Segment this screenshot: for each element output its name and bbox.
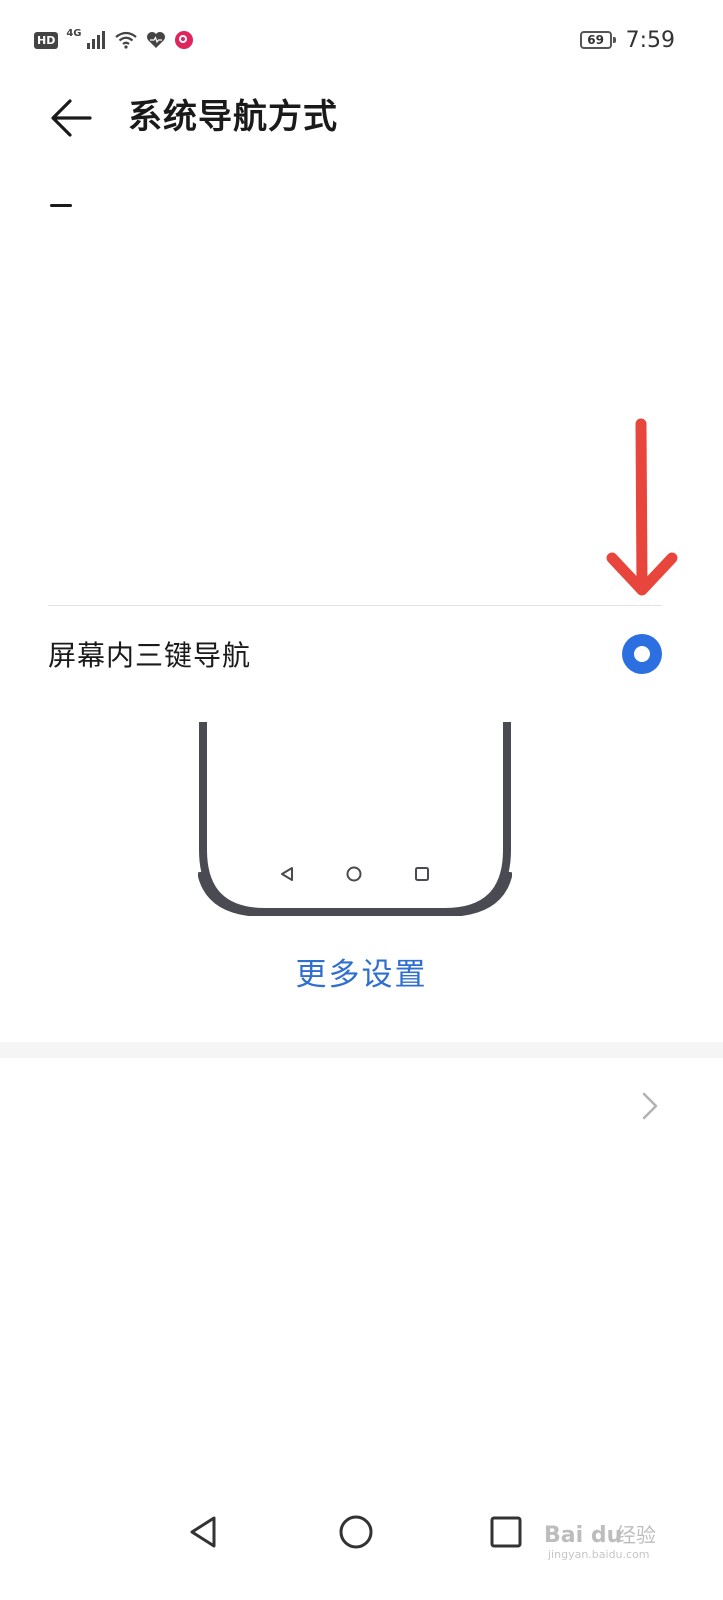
baidu-jingyan-watermark: Bai du 经验 jingyan.baidu.com xyxy=(544,1523,656,1561)
heart-icon xyxy=(146,32,165,48)
app-notification-icon xyxy=(174,31,193,49)
illustration-nav-home-icon xyxy=(346,866,362,882)
back-arrow-icon xyxy=(51,99,92,137)
status-bar-left: HD 4G xyxy=(34,26,194,54)
svg-text:Bai du: Bai du xyxy=(544,1523,622,1548)
back-button[interactable] xyxy=(46,92,98,144)
page-title: 系统导航方式 xyxy=(128,97,338,137)
more-settings-link[interactable]: 更多设置 xyxy=(0,950,723,1000)
svg-text:jingyan.baidu.com: jingyan.baidu.com xyxy=(547,1548,650,1561)
signal-icon xyxy=(86,31,105,49)
section-separator xyxy=(0,1042,723,1058)
phone-navigation-illustration xyxy=(198,722,512,916)
nav-home-icon[interactable] xyxy=(334,1510,378,1554)
svg-text:经验: 经验 xyxy=(616,1523,656,1547)
clock: 7:59 xyxy=(625,27,675,53)
illustration-fragment xyxy=(50,204,72,207)
battery-indicator: 69 xyxy=(579,31,616,49)
radio-dot xyxy=(634,646,650,662)
nav-recents-icon[interactable] xyxy=(484,1510,528,1554)
chevron-right-icon xyxy=(642,1092,658,1120)
hd-badge: HD xyxy=(34,31,59,49)
list-item[interactable] xyxy=(0,1058,723,1158)
illustration-nav-back-icon xyxy=(281,867,293,881)
status-bar-right: 69 7:59 xyxy=(579,24,675,56)
red-arrow-annotation xyxy=(606,418,678,596)
nav-back-icon[interactable] xyxy=(182,1510,226,1554)
wifi-icon xyxy=(114,31,137,49)
network-type: 4G xyxy=(66,27,82,39)
illustration-nav-recents-icon xyxy=(415,867,429,881)
radio-button-selected[interactable] xyxy=(622,634,662,674)
option-label: 屏幕内三键导航 xyxy=(48,639,252,672)
